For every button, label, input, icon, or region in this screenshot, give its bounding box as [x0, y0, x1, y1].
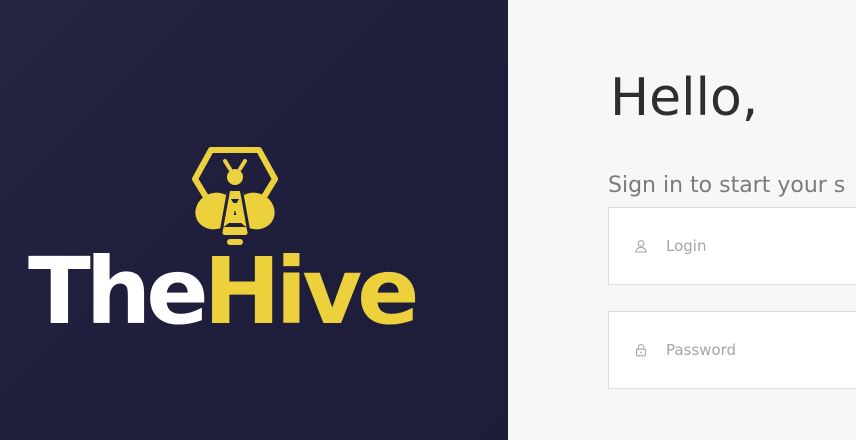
login-panel: Hello, Sign in to start your s [508, 0, 856, 440]
login-input[interactable] [666, 237, 856, 255]
bee-hexagon-icon [192, 147, 278, 245]
password-input[interactable] [666, 341, 856, 359]
login-field[interactable] [608, 207, 856, 285]
greeting-title: Hello, [610, 68, 759, 128]
brand-wordmark-the: The [28, 238, 209, 345]
user-icon [635, 240, 647, 253]
lock-icon [636, 344, 646, 357]
brand-panel: TheHive [0, 0, 508, 440]
password-field[interactable] [608, 311, 856, 389]
login-page: TheHive Hello, Sign in to start your s [0, 0, 856, 440]
brand-wordmark: TheHive [28, 246, 420, 338]
brand-wordmark-hive: Hive [203, 238, 420, 345]
sign-in-subtitle: Sign in to start your s [608, 173, 846, 198]
